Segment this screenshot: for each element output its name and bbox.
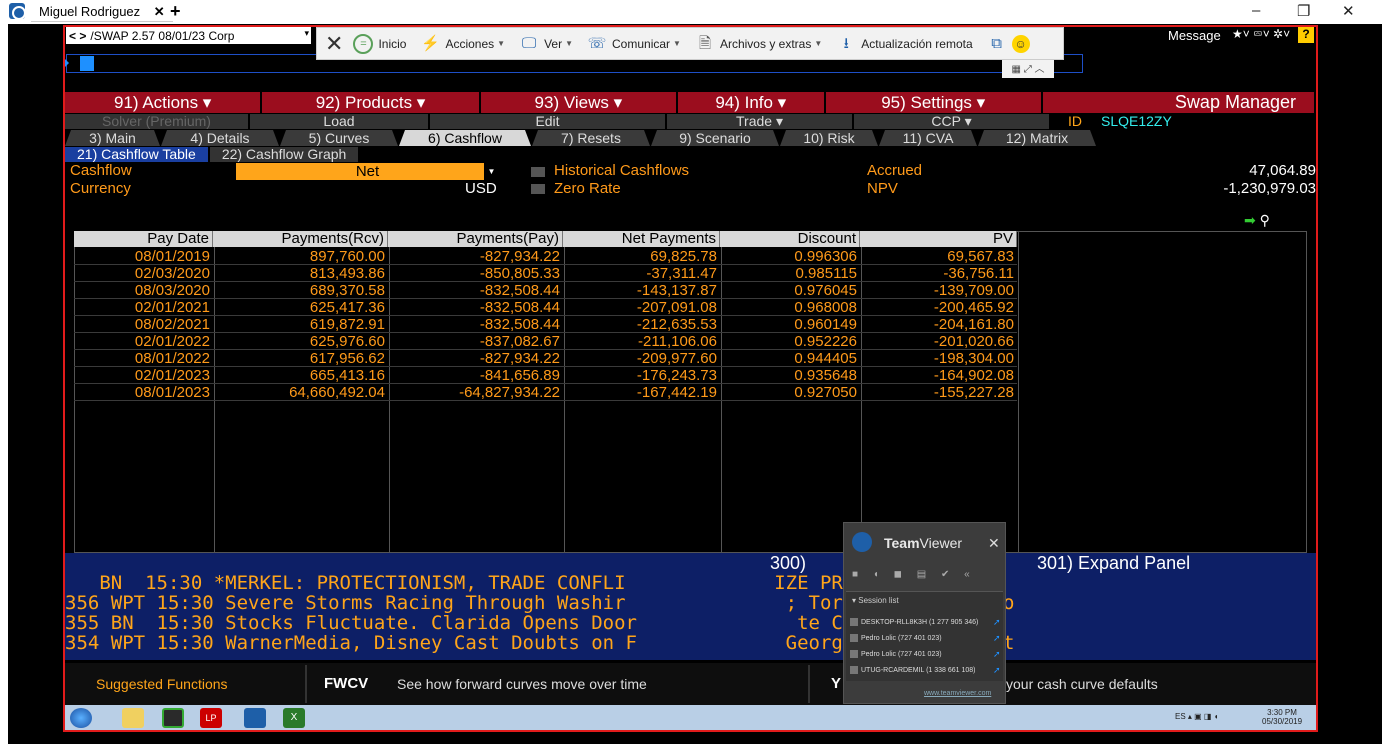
connect-arrow-icon[interactable]: ➚ [993,665,1001,676]
minimize-icon[interactable]: – [1252,2,1260,19]
connect-arrow-icon[interactable]: ➚ [993,617,1001,628]
close-tab-icon[interactable]: ✕ [154,4,165,19]
close-window-icon[interactable]: ✕ [1342,2,1355,20]
session-list-header[interactable]: ▾ Session list [852,596,899,605]
remote-frame-border [63,25,1318,732]
session-item[interactable]: Pedro Lolic (727 401 023) [850,634,942,642]
user-avatar-icon [850,650,858,658]
add-tab-icon[interactable]: + [170,1,181,22]
user-avatar-icon [850,618,858,626]
panel-action-icons[interactable]: ■ ◖ ◼ ▤ ✔ « [852,569,976,580]
session-item[interactable]: DESKTOP-RLL8K3H (1 277 905 346) [850,618,978,626]
teamviewer-title: TeamViewer [884,535,962,551]
title-bold: Team [884,535,920,551]
connect-arrow-icon[interactable]: ➚ [993,649,1001,660]
teamviewer-logo-icon [9,3,26,20]
teamviewer-logo-icon [852,532,872,552]
title-rest: Viewer [919,535,963,551]
user-avatar-icon [850,666,858,674]
teamviewer-link[interactable]: www.teamviewer.com [924,690,991,697]
teamviewer-tab-bar: Miguel Rodriguez ✕ + – ❐ ✕ [0,0,1382,24]
session-item[interactable]: UTUG-RCARDEMIL (1 338 661 108) [850,666,976,674]
connect-arrow-icon[interactable]: ➚ [993,633,1001,644]
session-tab-title: Miguel Rodriguez [39,4,141,19]
restore-icon[interactable]: ❐ [1297,2,1310,20]
teamviewer-panel[interactable]: TeamViewer ✕ ■ ◖ ◼ ▤ ✔ « ▾ Session list … [843,522,1006,704]
session-name: DESKTOP-RLL8K3H (1 277 905 346) [861,618,979,626]
session-name: UTUG-RCARDEMIL (1 338 661 108) [861,666,976,674]
session-item[interactable]: Pedro Lolic (727 401 023) [850,650,942,658]
session-name: Pedro Lolic (727 401 023) [861,634,942,642]
close-panel-icon[interactable]: ✕ [988,535,1000,552]
session-name: Pedro Lolic (727 401 023) [861,650,942,658]
session-tab[interactable]: Miguel Rodriguez ✕ [31,0,173,22]
user-avatar-icon [850,634,858,642]
